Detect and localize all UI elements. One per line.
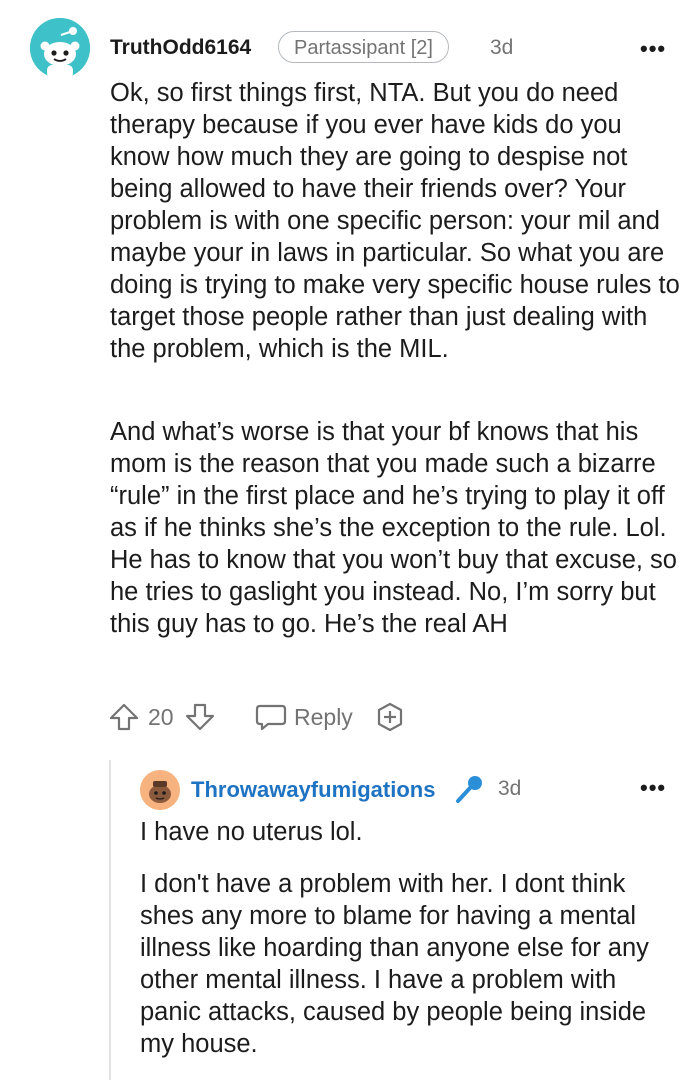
thread-line[interactable] — [109, 760, 111, 1080]
reply-avatar[interactable] — [140, 770, 180, 810]
vote-count: 20 — [148, 703, 174, 730]
snoo-avatar-icon — [30, 18, 90, 78]
comment-username[interactable]: TruthOdd6164 — [110, 36, 251, 60]
microphone-icon — [452, 773, 486, 812]
upvote-button[interactable] — [108, 700, 140, 734]
reply-more-options-icon[interactable]: ••• — [640, 775, 666, 801]
snoo-avatar-icon — [140, 770, 180, 810]
more-options-icon[interactable]: ••• — [640, 36, 666, 62]
upvote-arrow-icon — [109, 703, 139, 731]
award-button[interactable] — [374, 700, 406, 734]
downvote-arrow-icon — [185, 703, 215, 731]
user-avatar[interactable] — [30, 18, 90, 78]
comment-paragraph-2: And what’s worse is that your bf knows t… — [110, 418, 677, 638]
reply-timestamp: 3d — [498, 777, 522, 800]
reply-paragraph-1: I have no uterus lol. — [140, 818, 363, 846]
user-flair: Partassipant [2] — [278, 31, 449, 63]
reply-button[interactable]: Reply — [254, 700, 353, 734]
reply-username[interactable]: Throwawayfumigations — [191, 777, 435, 803]
speech-bubble-icon — [255, 704, 287, 731]
reply-label: Reply — [294, 703, 353, 730]
comment-paragraph-1: Ok, so first things first, NTA. But you … — [110, 79, 680, 363]
comment-timestamp: 3d — [490, 36, 514, 59]
comment-actions: 20 Reply — [108, 700, 428, 734]
reply-paragraph-2: I don't have a problem with her. I dont … — [140, 870, 649, 1058]
award-plus-icon — [377, 702, 403, 732]
downvote-button[interactable] — [184, 700, 216, 734]
